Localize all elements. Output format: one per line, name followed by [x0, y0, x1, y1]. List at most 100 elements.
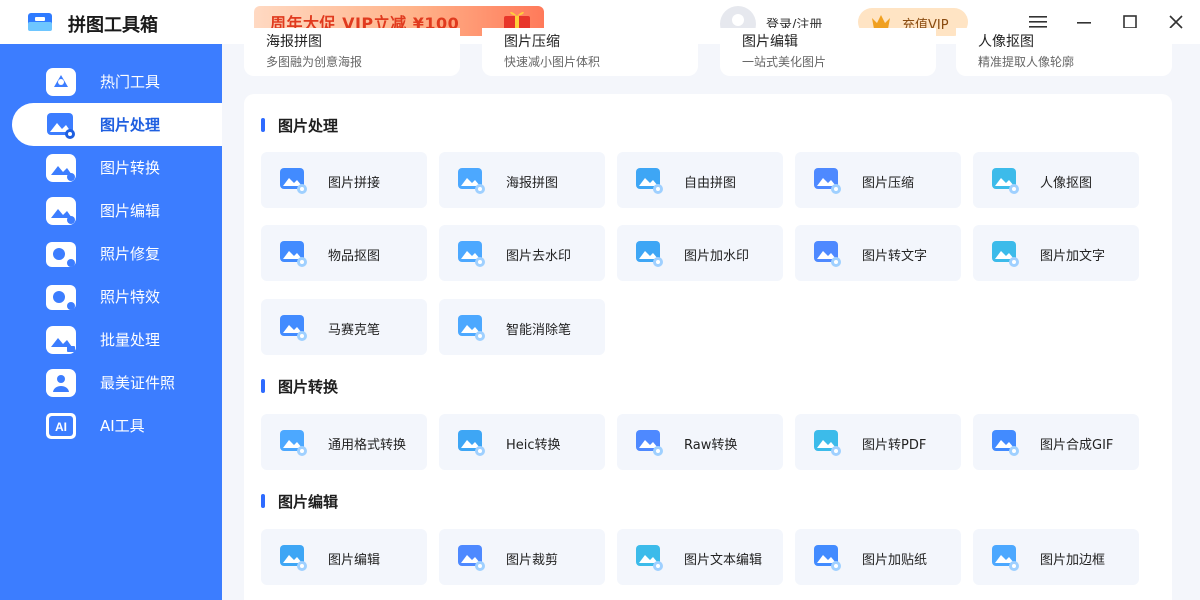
top-card-edit[interactable]: 图片编辑 一站式美化图片: [720, 28, 936, 76]
tool-image-convert-4[interactable]: 图片转PDF: [795, 414, 961, 470]
ai-tools-icon: AI: [46, 413, 76, 439]
tool-image-edit-3[interactable]: 图片文本编辑: [617, 529, 783, 585]
image-convert-icon: [46, 154, 76, 182]
tool-image-process-10[interactable]: 图片加文字: [973, 225, 1139, 281]
sidebar-item-label: 照片修复: [100, 245, 161, 263]
tool-image-process-2[interactable]: 海报拼图: [439, 152, 605, 208]
tool-icon: [633, 541, 665, 573]
tool-image-process-6[interactable]: 物品抠图: [261, 225, 427, 281]
tool-icon: [277, 237, 309, 269]
tool-label: 图片去水印: [506, 249, 572, 264]
sidebar-item-label: 图片转换: [100, 159, 161, 177]
tool-icon: [811, 541, 843, 573]
tool-label: 自由拼图: [684, 176, 737, 191]
top-card-subtitle: 一站式美化图片: [742, 55, 827, 69]
hot-tools-icon: [46, 68, 76, 96]
top-card-compress[interactable]: 图片压缩 快速减小图片体积: [482, 28, 698, 76]
photo-repair-icon: [46, 242, 76, 267]
sidebar: 热门工具 图片处理 图片转换 图片编辑 照片修复 照片特效 批量处理 最美证件照…: [0, 44, 222, 600]
top-card-subtitle: 快速减小图片体积: [504, 55, 601, 69]
sidebar-item-image-convert[interactable]: 图片转换: [0, 146, 222, 189]
sidebar-item-label: 图片编辑: [100, 202, 161, 220]
tool-icon: [989, 541, 1021, 573]
sidebar-item-image-edit[interactable]: 图片编辑: [0, 189, 222, 232]
sidebar-item-image-process[interactable]: 图片处理: [12, 103, 222, 146]
tool-image-process-9[interactable]: 图片转文字: [795, 225, 961, 281]
top-card-title: 图片压缩: [504, 34, 560, 50]
tool-icon: [277, 541, 309, 573]
tool-image-process-7[interactable]: 图片去水印: [439, 225, 605, 281]
tool-label: 图片加边框: [1040, 553, 1106, 568]
sidebar-item-photo-effect[interactable]: 照片特效: [0, 275, 222, 318]
top-card-title: 人像抠图: [978, 34, 1034, 50]
sidebar-item-label: 图片处理: [100, 116, 161, 134]
tool-label: 海报拼图: [506, 176, 559, 191]
tool-image-process-3[interactable]: 自由拼图: [617, 152, 783, 208]
app-title: 拼图工具箱: [68, 15, 158, 36]
tool-label: 图片压缩: [862, 176, 915, 191]
tool-label: Heic转换: [506, 438, 561, 453]
top-card-subtitle: 精准提取人像轮廓: [978, 55, 1075, 69]
tool-label: 图片加水印: [684, 249, 750, 264]
id-photo-icon: [46, 369, 76, 397]
tool-image-process-12[interactable]: 智能消除笔: [439, 299, 605, 355]
sidebar-item-label: 批量处理: [100, 331, 161, 349]
sidebar-item-id-photo[interactable]: 最美证件照: [0, 361, 222, 404]
tool-icon: [455, 237, 487, 269]
image-process-icon: [47, 113, 75, 139]
scrollbar[interactable]: [1190, 44, 1196, 544]
top-card-portrait[interactable]: 人像抠图 精准提取人像轮廓: [956, 28, 1172, 76]
tool-image-process-4[interactable]: 图片压缩: [795, 152, 961, 208]
sidebar-item-label: 热门工具: [100, 73, 161, 91]
main-panel: 图片处理 图片转换 图片编辑 图片拼接 海报拼图 自由拼图 图片压缩 人像抠图 物品抠图图…: [244, 94, 1172, 600]
tool-icon: [989, 237, 1021, 269]
tool-image-convert-1[interactable]: 通用格式转换: [261, 414, 427, 470]
svg-text:AI: AI: [55, 420, 67, 434]
tool-image-process-11[interactable]: 马赛克笔: [261, 299, 427, 355]
tool-label: 图片转PDF: [862, 438, 927, 453]
tool-icon: [455, 541, 487, 573]
tool-image-edit-1[interactable]: 图片编辑: [261, 529, 427, 585]
sidebar-item-ai-tools[interactable]: AI AI工具: [0, 404, 222, 447]
tool-icon: [455, 311, 487, 343]
tool-image-edit-2[interactable]: 图片裁剪: [439, 529, 605, 585]
tool-label: 图片合成GIF: [1040, 438, 1114, 453]
tool-icon: [633, 164, 665, 196]
tool-image-convert-5[interactable]: 图片合成GIF: [973, 414, 1139, 470]
tool-label: 物品抠图: [328, 249, 381, 264]
tool-label: 智能消除笔: [506, 323, 572, 338]
tool-label: 通用格式转换: [328, 438, 407, 453]
sidebar-item-label: 最美证件照: [100, 374, 176, 392]
tool-image-edit-5[interactable]: 图片加边框: [973, 529, 1139, 585]
tool-icon: [989, 164, 1021, 196]
sidebar-item-batch-process[interactable]: 批量处理: [0, 318, 222, 361]
tool-image-process-5[interactable]: 人像抠图: [973, 152, 1139, 208]
top-card-subtitle: 多图融为创意海报: [266, 55, 363, 69]
section-title-image-process: 图片处理: [260, 117, 339, 135]
tool-label: 图片裁剪: [506, 553, 559, 568]
tool-label: 图片拼接: [328, 176, 381, 191]
tool-icon: [455, 164, 487, 196]
tool-icon: [277, 311, 309, 343]
app-logo-icon: [28, 13, 52, 31]
tool-label: 图片转文字: [862, 249, 928, 264]
section-title-image-convert: 图片转换: [260, 378, 339, 396]
photo-effect-icon: [46, 285, 76, 310]
tool-image-process-8[interactable]: 图片加水印: [617, 225, 783, 281]
tool-label: 图片加贴纸: [862, 553, 928, 568]
tool-image-convert-2[interactable]: Heic转换: [439, 414, 605, 470]
sidebar-item-label: 照片特效: [100, 288, 161, 306]
image-edit-icon: [46, 197, 76, 225]
tool-icon: [633, 426, 665, 458]
tool-label: Raw转换: [684, 438, 738, 453]
sidebar-item-label: AI工具: [100, 417, 145, 435]
sidebar-item-hot-tools[interactable]: 热门工具: [0, 60, 222, 103]
tool-icon: [455, 426, 487, 458]
tool-label: 人像抠图: [1040, 176, 1093, 191]
tool-image-edit-4[interactable]: 图片加贴纸: [795, 529, 961, 585]
tool-icon: [989, 426, 1021, 458]
tool-image-process-1[interactable]: 图片拼接: [261, 152, 427, 208]
top-card-poster[interactable]: 海报拼图 多图融为创意海报: [244, 28, 460, 76]
tool-image-convert-3[interactable]: Raw转换: [617, 414, 783, 470]
sidebar-item-photo-repair[interactable]: 照片修复: [0, 232, 222, 275]
